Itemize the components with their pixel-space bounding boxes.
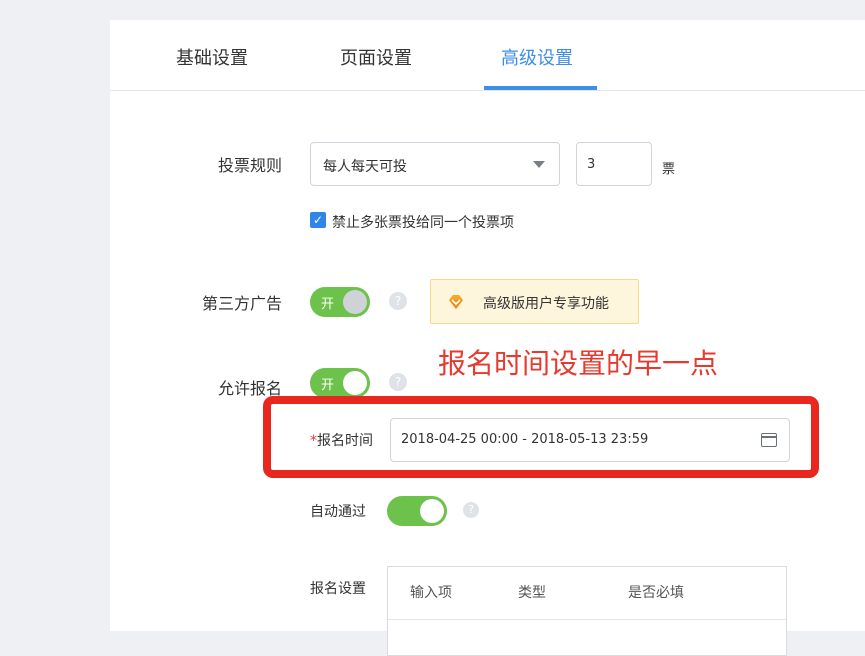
diamond-icon xyxy=(449,295,463,309)
signup-time-label: *报名时间 xyxy=(310,430,373,450)
top-strip xyxy=(0,0,865,20)
table-header-required: 是否必填 xyxy=(628,585,684,601)
allow-signup-switch[interactable]: 开 xyxy=(310,368,370,398)
signup-time-label-text: 报名时间 xyxy=(317,433,373,449)
chevron-down-icon xyxy=(533,161,545,168)
active-tab-indicator xyxy=(484,86,597,90)
pro-feature-badge: 高级版用户专享功能 xyxy=(430,279,639,324)
table-header-field: 输入项 xyxy=(410,585,452,601)
required-mark: * xyxy=(310,433,317,449)
signup-time-range-value: 2018-04-25 00:00 - 2018-05-13 23:59 xyxy=(401,432,649,447)
auto-approve-label: 自动通过 xyxy=(310,504,366,520)
signup-settings-label: 报名设置 xyxy=(310,581,366,597)
switch-knob xyxy=(420,499,444,523)
help-icon[interactable]: ? xyxy=(463,502,479,518)
signup-fields-table: 输入项 类型 是否必填 xyxy=(387,566,787,656)
third-party-ad-label: 第三方广告 xyxy=(202,294,283,313)
help-icon[interactable]: ? xyxy=(389,292,407,310)
switch-on-text: 开 xyxy=(321,378,335,393)
calendar-icon[interactable] xyxy=(761,433,777,447)
settings-card: 基础设置 页面设置 高级设置 投票规则 每人每天可投 3 票 ✓ 禁止多张票投给… xyxy=(110,20,865,656)
vote-count-input[interactable]: 3 xyxy=(576,142,652,186)
vote-rule-select-value: 每人每天可投 xyxy=(323,159,407,175)
no-duplicate-vote-label: 禁止多张票投给同一个投票项 xyxy=(332,215,514,231)
vote-rule-select[interactable]: 每人每天可投 xyxy=(310,142,560,186)
switch-knob xyxy=(343,371,367,395)
annotation-text: 报名时间设置的早一点 xyxy=(438,347,719,380)
table-divider xyxy=(388,619,786,620)
third-party-ad-switch[interactable]: 开 xyxy=(310,287,370,317)
vote-unit-label: 票 xyxy=(662,162,676,177)
signup-time-range-input[interactable]: 2018-04-25 00:00 - 2018-05-13 23:59 xyxy=(390,418,790,462)
switch-on-text: 开 xyxy=(321,297,335,312)
tab-page-settings[interactable]: 页面设置 xyxy=(340,44,412,70)
switch-knob xyxy=(343,290,367,314)
tab-advanced-settings[interactable]: 高级设置 xyxy=(501,44,573,70)
no-duplicate-vote-checkbox[interactable]: ✓ xyxy=(310,212,326,228)
help-icon[interactable]: ? xyxy=(389,373,407,391)
tab-basic-settings[interactable]: 基础设置 xyxy=(176,44,248,70)
table-header-type: 类型 xyxy=(518,585,546,601)
vote-rule-label: 投票规则 xyxy=(218,156,283,175)
tab-bar: 基础设置 页面设置 高级设置 xyxy=(110,20,865,91)
pro-feature-text: 高级版用户专享功能 xyxy=(483,296,609,312)
auto-approve-switch[interactable] xyxy=(387,496,447,526)
